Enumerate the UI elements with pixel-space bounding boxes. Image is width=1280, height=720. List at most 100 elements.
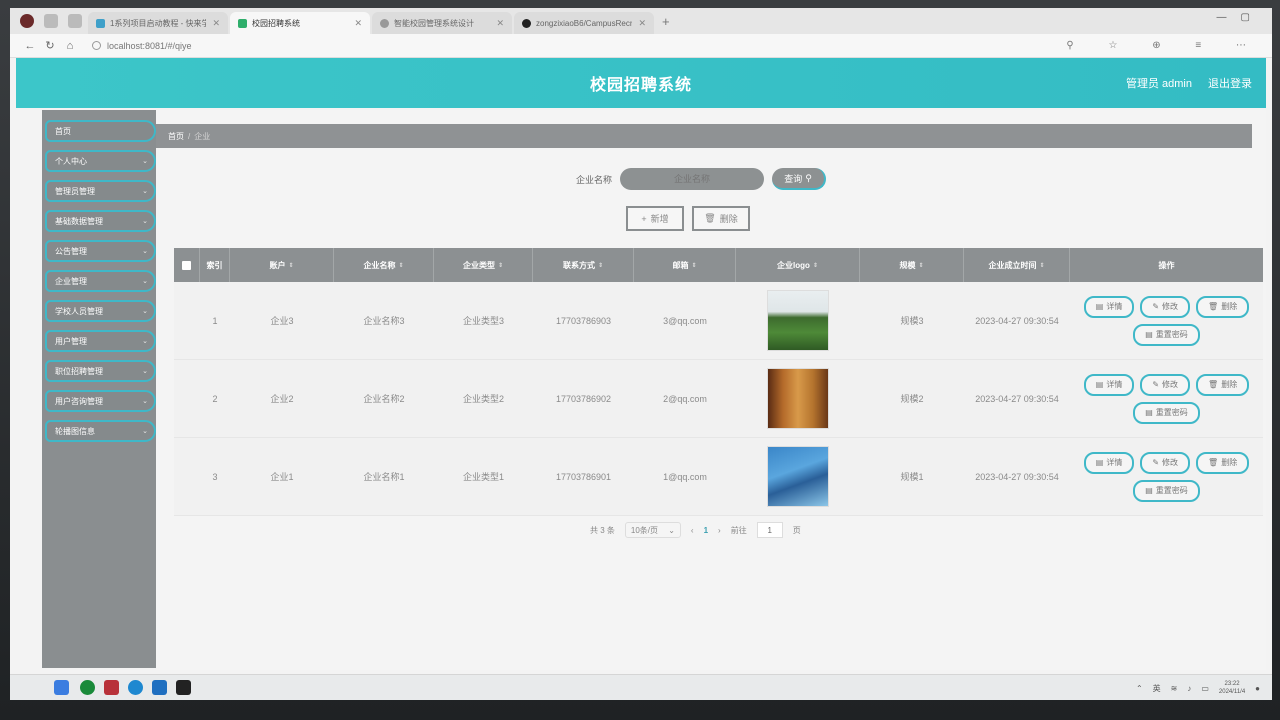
battery-icon[interactable]: ▭ bbox=[1201, 684, 1209, 693]
home-icon[interactable]: ⌂ bbox=[60, 40, 80, 52]
start-icon[interactable] bbox=[54, 680, 69, 695]
wechat-icon[interactable] bbox=[80, 680, 95, 695]
company-logo-image[interactable] bbox=[767, 368, 829, 429]
document-icon: ▤ bbox=[1095, 458, 1104, 467]
edit-button[interactable]: ✎ 修改 bbox=[1140, 295, 1191, 318]
sort-icon[interactable]: ⇕ bbox=[691, 262, 696, 269]
refresh-icon[interactable]: ↻ bbox=[40, 39, 60, 52]
sort-icon[interactable]: ⇕ bbox=[598, 262, 603, 269]
reset-password-button[interactable]: ▤ 重置密码 bbox=[1133, 401, 1200, 424]
pencil-icon: ✎ bbox=[1152, 302, 1160, 311]
screen: 1系列项目启动教程 - 快来学一学✕ 校园招聘系统✕ 智能校园管理系统设计✕ z… bbox=[10, 8, 1272, 700]
checkbox[interactable] bbox=[182, 260, 191, 270]
header-founded[interactable]: 企业成立时间 ⇕ bbox=[964, 248, 1070, 282]
sidebar-item-jobs[interactable]: 职位招聘管理 ⌄ bbox=[45, 360, 156, 382]
sidebar-item-school-staff[interactable]: 学校人员管理 ⌄ bbox=[45, 300, 156, 322]
header-logo[interactable]: 企业logo ⇕ bbox=[736, 248, 860, 282]
row-select[interactable] bbox=[174, 282, 200, 359]
page-size-select[interactable]: 10条/页 ⌄ bbox=[624, 522, 681, 538]
logout-link[interactable]: 退出登录 bbox=[1208, 75, 1252, 91]
reset-password-button[interactable]: ▤ 重置密码 bbox=[1133, 323, 1200, 346]
sort-icon[interactable]: ⇕ bbox=[288, 262, 293, 269]
browser-tab-4[interactable]: zongzixiaoB6/CampusRecruitm✕ bbox=[514, 12, 654, 34]
row-select[interactable] bbox=[174, 438, 200, 515]
header-name[interactable]: 企业名称 ⇕ bbox=[334, 248, 434, 282]
close-icon[interactable]: ✕ bbox=[638, 18, 646, 29]
detail-button[interactable]: ▤ 详情 bbox=[1083, 373, 1135, 396]
row-select[interactable] bbox=[174, 360, 200, 437]
close-icon[interactable]: ✕ bbox=[354, 18, 362, 29]
profile-icon[interactable] bbox=[20, 14, 34, 28]
chevron-down-icon: ⌄ bbox=[142, 398, 148, 405]
search-icon: ⚲ bbox=[805, 172, 812, 183]
add-button[interactable]: + 新增 bbox=[626, 206, 684, 231]
sort-icon[interactable]: ⇕ bbox=[1039, 262, 1044, 269]
delete-button[interactable]: 🗑 删除 bbox=[1196, 295, 1250, 318]
breadcrumb: 首页 / 企业 bbox=[156, 124, 1252, 148]
goto-page-input[interactable] bbox=[756, 522, 783, 538]
next-page-icon[interactable]: › bbox=[718, 526, 721, 535]
wifi-icon[interactable]: ≋ bbox=[1171, 684, 1178, 693]
browser-tab-1[interactable]: 1系列项目启动教程 - 快来学一学✕ bbox=[88, 12, 228, 34]
delete-button[interactable]: 🗑 删除 bbox=[1196, 451, 1250, 474]
tab-actions-icon[interactable] bbox=[68, 14, 82, 28]
sidebar: 首页 个人中心 ⌄ 管理员管理 ⌄ 基础数据管理 ⌄ 公告管理 ⌄ 企业管理 ⌄ 学校人员… bbox=[42, 110, 156, 668]
header-select-all[interactable] bbox=[174, 248, 200, 282]
close-icon[interactable]: ✕ bbox=[496, 18, 504, 29]
sort-icon[interactable]: ⇕ bbox=[498, 262, 503, 269]
chevron-down-icon: ⌄ bbox=[142, 338, 148, 345]
sort-icon[interactable]: ⇕ bbox=[813, 262, 818, 269]
sidebar-item-notices[interactable]: 公告管理 ⌄ bbox=[45, 240, 156, 262]
browser-tab-3[interactable]: 智能校园管理系统设计 ✕ bbox=[372, 12, 512, 34]
clock[interactable]: 23:22 2024/11/4 bbox=[1219, 680, 1245, 696]
sidebar-item-base-data[interactable]: 基础数据管理 ⌄ bbox=[45, 210, 156, 232]
sidebar-item-users[interactable]: 用户管理 ⌄ bbox=[45, 330, 156, 352]
sidebar-item-carousel[interactable]: 轮播图信息 ⌄ bbox=[45, 420, 156, 442]
breadcrumb-home[interactable]: 首页 bbox=[168, 131, 184, 142]
company-logo-image[interactable] bbox=[767, 290, 829, 351]
sort-icon[interactable]: ⇕ bbox=[398, 262, 403, 269]
ime-icon[interactable]: 英 bbox=[1153, 683, 1161, 694]
detail-button[interactable]: ▤ 详情 bbox=[1083, 451, 1135, 474]
edit-button[interactable]: ✎ 修改 bbox=[1140, 373, 1191, 396]
sidebar-item-companies[interactable]: 企业管理 ⌄ bbox=[45, 270, 156, 292]
browser-tab-2[interactable]: 校园招聘系统 ✕ bbox=[230, 12, 370, 34]
tab-favicon bbox=[96, 18, 105, 28]
browser-toolbar-icons[interactable]: ⚲ ☆ ⊕ ≡ ⋯ bbox=[1066, 40, 1262, 51]
notification-icon[interactable]: ● bbox=[1255, 684, 1260, 693]
user-area: 管理员 admin 退出登录 bbox=[1126, 75, 1252, 91]
new-tab-icon[interactable]: + bbox=[662, 14, 670, 29]
sidebar-item-admins[interactable]: 管理员管理 ⌄ bbox=[45, 180, 156, 202]
company-logo-image[interactable] bbox=[767, 446, 829, 507]
edit-button[interactable]: ✎ 修改 bbox=[1140, 451, 1191, 474]
sidebar-item-profile[interactable]: 个人中心 ⌄ bbox=[45, 150, 156, 172]
sort-icon[interactable]: ⇕ bbox=[918, 262, 923, 269]
chevron-up-icon[interactable]: ⌃ bbox=[1136, 684, 1143, 693]
close-icon[interactable]: ✕ bbox=[212, 18, 220, 29]
header-scale[interactable]: 规模 ⇕ bbox=[860, 248, 964, 282]
edge-icon[interactable] bbox=[128, 680, 143, 695]
volume-icon[interactable]: ♪ bbox=[1187, 684, 1191, 693]
detail-button[interactable]: ▤ 详情 bbox=[1083, 295, 1135, 318]
sidebar-item-consult[interactable]: 用户咨询管理 ⌄ bbox=[45, 390, 156, 412]
batch-delete-button[interactable]: 🗑 删除 bbox=[692, 206, 750, 231]
header-type[interactable]: 企业类型 ⇕ bbox=[434, 248, 533, 282]
vscode-icon[interactable] bbox=[152, 680, 167, 695]
delete-button[interactable]: 🗑 删除 bbox=[1196, 373, 1250, 396]
query-button[interactable]: 查询 ⚲ bbox=[772, 168, 827, 190]
reset-password-button[interactable]: ▤ 重置密码 bbox=[1133, 479, 1200, 502]
header-email[interactable]: 邮箱 ⇕ bbox=[634, 248, 736, 282]
url-field[interactable]: localhost:8081/#/qiye bbox=[92, 40, 192, 51]
header-contact[interactable]: 联系方式 ⇕ bbox=[533, 248, 634, 282]
search-input[interactable] bbox=[620, 168, 765, 190]
app-icon[interactable] bbox=[104, 680, 119, 695]
prev-page-icon[interactable]: ‹ bbox=[691, 526, 694, 535]
breadcrumb-current: 企业 bbox=[194, 131, 211, 141]
window-controls[interactable]: —▢ bbox=[1217, 12, 1264, 23]
sidebar-item-home[interactable]: 首页 bbox=[45, 120, 156, 142]
page-number[interactable]: 1 bbox=[704, 526, 708, 535]
header-account[interactable]: 账户 ⇕ bbox=[230, 248, 334, 282]
back-icon[interactable]: ← bbox=[20, 40, 40, 52]
terminal-icon[interactable] bbox=[176, 680, 191, 695]
workspaces-icon[interactable] bbox=[44, 14, 58, 28]
